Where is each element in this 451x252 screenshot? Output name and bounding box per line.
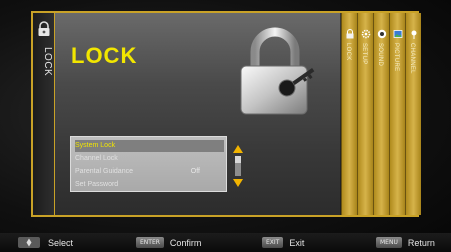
padlock-key-icon (240, 27, 315, 115)
scroll-thumb[interactable] (235, 156, 241, 163)
speaker-icon (377, 29, 387, 39)
hint-label: Exit (289, 237, 305, 248)
tab-label: SETUP (361, 43, 367, 65)
enter-key-badge: ENTER (136, 237, 164, 248)
hint-exit: EXIT Exit (262, 235, 304, 250)
hint-label: Confirm (169, 237, 202, 248)
hint-label: Return (407, 237, 435, 248)
menu-item-set-password[interactable]: Set Password (75, 179, 224, 191)
menu-item-label: Set Password (75, 181, 119, 188)
tab-picture[interactable]: PICTURE (389, 13, 405, 215)
tab-channel[interactable]: CHANNEL (405, 13, 421, 215)
gear-icon (361, 29, 371, 39)
hint-confirm: ENTER Confirm (136, 235, 201, 250)
tab-label: SOUND (377, 43, 383, 67)
menu-item-label: System Lock (75, 142, 116, 149)
tab-label: LOCK (345, 43, 351, 61)
menu-item-label: Parental Guidance (75, 168, 133, 175)
scroll-down-icon[interactable] (232, 178, 244, 188)
tab-lock[interactable]: LOCK (341, 13, 357, 215)
active-tab-label: LOCK (42, 47, 53, 77)
menu-item-system-lock[interactable]: System Lock (75, 140, 224, 152)
active-tab-lock[interactable]: LOCK (33, 13, 55, 215)
hint-select: Select (18, 235, 73, 250)
menu-scrollbar[interactable] (232, 144, 244, 188)
antenna-icon (411, 30, 417, 39)
menu-item-channel-lock[interactable]: Channel Lock (75, 153, 224, 165)
menu-key-badge: MENU (376, 237, 402, 248)
hint-return: MENU Return (376, 235, 435, 250)
menu-item-label: Channel Lock (75, 155, 118, 162)
lock-icon (38, 21, 50, 36)
page-title: LOCK (71, 43, 138, 68)
hint-label: Select (48, 237, 74, 248)
lock-icon (346, 29, 354, 39)
tab-label: PICTURE (393, 43, 399, 72)
tab-sound[interactable]: SOUND (373, 13, 389, 215)
scroll-up-icon[interactable] (232, 144, 244, 154)
hint-bar: Select ENTER Confirm EXIT Exit MENU Retu… (0, 233, 451, 252)
exit-key-badge: EXIT (262, 237, 284, 248)
tab-label: CHANNEL (409, 43, 415, 74)
tv-screen: LOCK LOCK LOCK SETUP SOUND PICTURE CHANN… (0, 0, 451, 252)
menu-item-value: Off (190, 168, 200, 175)
tab-setup[interactable]: SETUP (357, 13, 373, 215)
lock-menu-list: System Lock Channel Lock Parental Guidan… (70, 136, 227, 192)
dpad-icon (18, 237, 40, 248)
picture-icon (393, 30, 403, 38)
menu-item-parental-guidance[interactable]: Parental Guidance Off (75, 166, 224, 178)
